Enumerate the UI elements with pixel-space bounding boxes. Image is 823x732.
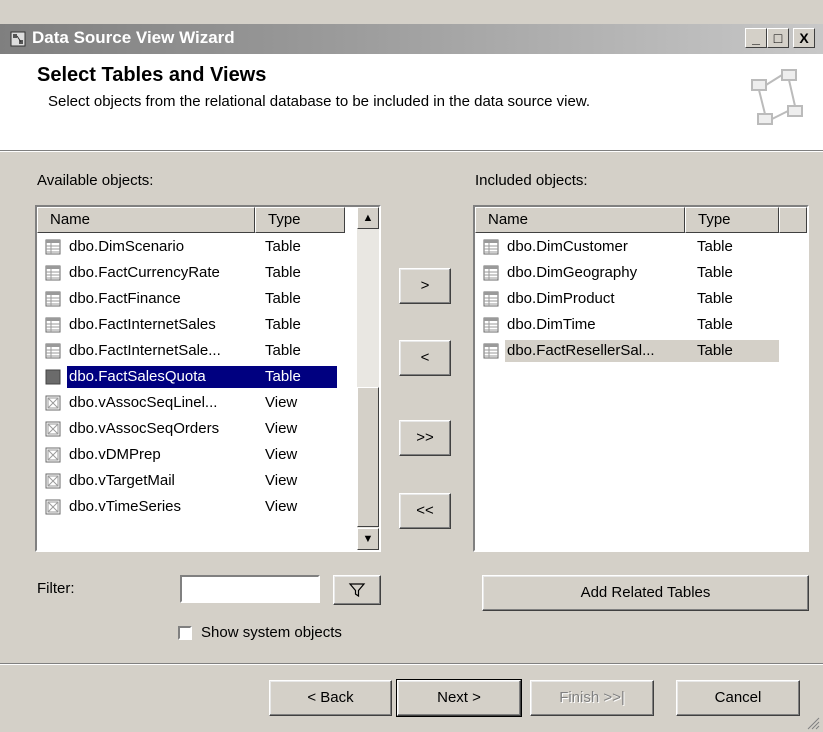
wizard-header: Select Tables and Views Select objects f… xyxy=(0,54,823,150)
row-type: Table xyxy=(265,264,301,281)
row-type: Table xyxy=(697,316,733,333)
table-icon xyxy=(45,343,61,359)
row-name: dbo.FactResellerSal... xyxy=(507,342,655,359)
table-icon xyxy=(483,343,499,359)
table-icon xyxy=(483,265,499,281)
add-all-objects-button[interactable]: >> xyxy=(399,420,451,456)
column-header-type[interactable]: Type xyxy=(255,207,345,233)
minimize-button[interactable]: _ xyxy=(745,28,767,48)
row-name: dbo.vDMPrep xyxy=(69,446,161,463)
remove-object-button[interactable]: < xyxy=(399,340,451,376)
included-objects-list[interactable]: Name Type dbo.DimCustomer Table dbo.DimGeo… xyxy=(473,205,809,552)
window-title: Data Source View Wizard xyxy=(32,28,235,47)
available-scrollbar[interactable]: ▲ ▼ xyxy=(357,207,379,550)
row-name: dbo.vAssocSeqOrders xyxy=(69,420,220,437)
footer-separator xyxy=(0,663,823,665)
available-objects-list[interactable]: Name Type dbo.DimScenario Table dbo.FactCu… xyxy=(35,205,381,552)
row-name: dbo.DimCustomer xyxy=(507,238,628,255)
filter-label: Filter: xyxy=(37,580,75,597)
cancel-button[interactable]: Cancel xyxy=(676,680,800,716)
row-type: Table xyxy=(265,238,301,255)
row-type: View xyxy=(265,498,298,515)
show-system-objects-checkbox[interactable] xyxy=(178,626,192,640)
column-header-name[interactable]: Name xyxy=(475,207,685,233)
table-icon xyxy=(483,291,499,307)
filter-button[interactable] xyxy=(333,575,381,605)
row-type: Table xyxy=(697,342,733,359)
scroll-down-button[interactable]: ▼ xyxy=(357,528,379,550)
table-icon xyxy=(483,317,499,333)
table-icon xyxy=(45,265,61,281)
remove-all-objects-button[interactable]: << xyxy=(399,493,451,529)
wizard-graphic-icon xyxy=(751,69,803,125)
row-name: dbo.FactInternetSale... xyxy=(69,342,221,359)
column-header-name[interactable]: Name xyxy=(37,207,255,233)
row-type: View xyxy=(265,394,298,411)
view-icon xyxy=(45,473,61,489)
maximize-button[interactable]: □ xyxy=(767,28,789,48)
row-name: dbo.DimTime xyxy=(507,316,596,333)
column-header-type[interactable]: Type xyxy=(685,207,779,233)
row-name: dbo.FactCurrencyRate xyxy=(69,264,220,281)
app-icon xyxy=(10,31,26,47)
back-button[interactable]: < Back xyxy=(269,680,392,716)
row-type: Table xyxy=(265,290,301,307)
row-type: Table xyxy=(697,290,733,307)
table-icon xyxy=(45,369,61,385)
row-type: Table xyxy=(265,316,301,333)
row-name: dbo.vTargetMail xyxy=(69,472,175,489)
add-related-tables-button[interactable]: Add Related Tables xyxy=(482,575,809,611)
available-list-header: Name Type xyxy=(37,207,345,233)
row-name: dbo.vTimeSeries xyxy=(69,498,181,515)
view-icon xyxy=(45,447,61,463)
table-icon xyxy=(45,291,61,307)
table-icon xyxy=(45,317,61,333)
table-icon xyxy=(45,239,61,255)
row-type: Table xyxy=(697,238,733,255)
title-bar: Data Source View Wizard _ □ X xyxy=(0,24,823,54)
column-header-filler xyxy=(779,207,807,233)
filter-input[interactable] xyxy=(180,575,320,603)
scroll-thumb[interactable] xyxy=(357,387,379,527)
row-name: dbo.DimScenario xyxy=(69,238,185,255)
view-icon xyxy=(45,499,61,515)
show-system-objects-label: Show system objects xyxy=(201,624,342,641)
resize-grip-icon[interactable] xyxy=(806,716,820,730)
row-type: View xyxy=(265,472,298,489)
view-icon xyxy=(45,395,61,411)
add-object-button[interactable]: > xyxy=(399,268,451,304)
row-type: View xyxy=(265,446,298,463)
scroll-up-button[interactable]: ▲ xyxy=(357,207,379,229)
row-type: Table xyxy=(265,342,301,359)
row-name: dbo.DimProduct xyxy=(507,290,615,307)
included-list-header: Name Type xyxy=(475,207,807,233)
header-separator xyxy=(0,150,823,152)
available-objects-label: Available objects: xyxy=(37,172,154,189)
next-button[interactable]: Next > xyxy=(396,679,522,717)
row-type: Table xyxy=(265,368,301,385)
row-name: dbo.FactSalesQuota xyxy=(69,368,206,385)
wizard-window: Data Source View Wizard _ □ X Select Tab… xyxy=(0,0,823,732)
row-name: dbo.DimGeography xyxy=(507,264,638,281)
view-icon xyxy=(45,421,61,437)
page-description: Select objects from the relational datab… xyxy=(48,93,590,110)
row-type: Table xyxy=(697,264,733,281)
page-title: Select Tables and Views xyxy=(37,64,267,86)
finish-button: Finish >>| xyxy=(530,680,654,716)
row-name: dbo.vAssocSeqLinel... xyxy=(69,394,218,411)
row-name: dbo.FactInternetSales xyxy=(69,316,216,333)
funnel-icon xyxy=(348,583,366,598)
close-button[interactable]: X xyxy=(793,28,815,48)
included-objects-label: Included objects: xyxy=(475,172,588,189)
row-name: dbo.FactFinance xyxy=(69,290,181,307)
table-icon xyxy=(483,239,499,255)
row-type: View xyxy=(265,420,298,437)
